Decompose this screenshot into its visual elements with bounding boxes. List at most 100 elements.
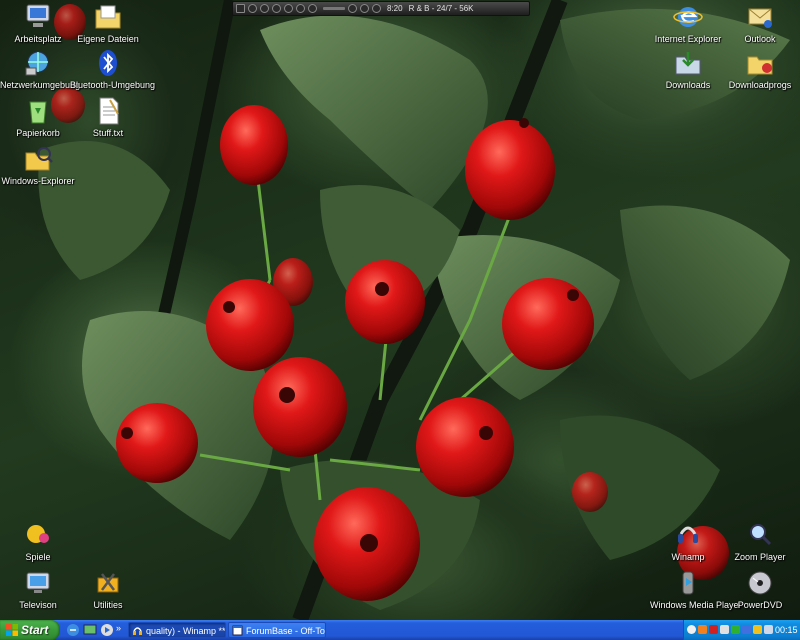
desktop-icon-powerdvd[interactable]: PowerDVD <box>722 568 798 611</box>
desktop-icon-label: Netzwerkumgebung <box>0 80 81 90</box>
desktop-icon-outlook[interactable]: Outlook <box>722 2 798 45</box>
holly-berry <box>345 260 425 344</box>
desktop-icon-stuff-txt[interactable]: Stuff.txt <box>70 96 146 139</box>
desktop-icon-label: Downloadprogs <box>728 80 792 90</box>
recycle-bin-icon <box>29 101 47 124</box>
desktop-icon-arbeitsplatz[interactable]: Arbeitsplatz <box>0 2 76 45</box>
pause-icon[interactable] <box>272 4 281 13</box>
tray-app-icon-blue[interactable] <box>742 625 751 634</box>
desktop-icon-label: Zoom Player <box>734 552 786 562</box>
stop-icon[interactable] <box>284 4 293 13</box>
next-icon[interactable] <box>296 4 305 13</box>
games-icon <box>27 525 49 543</box>
holly-leaf <box>620 205 790 380</box>
holly-berry <box>116 403 198 483</box>
taskbar-task-forumbase[interactable]: ForumBase - Off-Topi... <box>228 622 326 638</box>
desktop-icon-winamp[interactable]: Winamp <box>650 520 726 563</box>
desktop-icon-label: Arbeitsplatz <box>14 34 62 44</box>
tray-app-icon-red[interactable] <box>709 625 718 634</box>
desktop-icon-windows-media-player[interactable]: Windows Media Player <box>650 568 742 611</box>
my-documents-icon <box>95 5 121 29</box>
desktop-icon-label: Papierkorb <box>16 128 60 138</box>
desktop-icon-eigene-dateien[interactable]: Eigene Dateien <box>70 2 146 45</box>
desktop-icon-label: PowerDVD <box>737 600 783 610</box>
tray-app-icon-orange[interactable] <box>698 625 707 634</box>
television-icon <box>26 572 50 593</box>
bluetooth-icon <box>99 50 117 76</box>
powerdvd-icon <box>748 571 772 595</box>
desktop-icon-bluetooth[interactable]: Bluetooth-Umgebung <box>70 48 156 91</box>
taskbar-clock[interactable]: 00:15 <box>775 620 798 640</box>
eject-icon[interactable] <box>308 4 317 13</box>
desktop-icon-spiele[interactable]: Spiele <box>0 520 76 563</box>
desktop-icon-label: Outlook <box>744 34 776 44</box>
holly-berry <box>253 357 347 457</box>
outlook-icon <box>748 8 772 28</box>
winamp-task-icon <box>133 627 142 635</box>
task-label: quality) - Winamp **... <box>146 626 226 636</box>
winamp-menu-icon[interactable] <box>236 4 245 13</box>
volume-slider[interactable] <box>323 7 345 10</box>
windows-flag-icon <box>6 624 18 636</box>
desktop-icon-television[interactable]: Televison <box>0 568 76 611</box>
desktop-icon-label: Utilities <box>93 600 123 610</box>
start-button[interactable]: Start <box>0 620 60 640</box>
desktop-icon-zoom-player[interactable]: Zoom Player <box>722 520 798 563</box>
desktop-icon-label: Windows-Explorer <box>1 176 75 186</box>
holly-leaf <box>260 15 488 211</box>
desktop-icon-label: Eigene Dateien <box>77 34 139 44</box>
text-file-icon <box>99 97 119 125</box>
tray-app-icon-network[interactable] <box>720 625 729 634</box>
downloadprogs-folder-icon <box>747 56 773 75</box>
desktop-icon-label: Stuff.txt <box>92 128 124 138</box>
previous-icon[interactable] <box>248 4 257 13</box>
holly-berry <box>465 120 555 220</box>
task-label: ForumBase - Off-Topi... <box>246 626 325 636</box>
tray-shield-icon[interactable] <box>753 625 762 634</box>
desktop-icon-label: Downloads <box>665 80 711 90</box>
start-label: Start <box>21 623 49 637</box>
desktop-icon-label: Winamp <box>671 552 705 562</box>
holly-berry <box>416 397 514 497</box>
desktop-icon-netzwerkumgebung[interactable]: Netzwerkumgebung <box>0 48 81 91</box>
desktop-icon-label: Spiele <box>25 552 51 562</box>
holly-berry <box>502 278 594 370</box>
desktop-icon-windows-explorer[interactable]: Windows-Explorer <box>0 144 76 187</box>
play-icon[interactable] <box>260 4 269 13</box>
quicklaunch-desktop-icon[interactable] <box>83 623 97 637</box>
downloads-folder-icon <box>675 52 701 75</box>
desktop-icon-internet-explorer[interactable]: Internet Explorer <box>650 2 726 45</box>
winamp-station-title: R & B - 24/7 - 56K <box>408 4 474 13</box>
holly-berry <box>206 279 294 371</box>
desktop-icon-label: Internet Explorer <box>654 34 722 44</box>
tray-volume-icon[interactable] <box>764 625 773 634</box>
desktop-icon-downloadprogs[interactable]: Downloadprogs <box>722 48 798 91</box>
repeat-icon[interactable] <box>360 4 369 13</box>
taskbar-task-winamp[interactable]: quality) - Winamp **... <box>128 622 226 638</box>
playlist-icon[interactable] <box>372 4 381 13</box>
holly-berry <box>572 472 608 512</box>
explorer-icon <box>25 147 53 171</box>
winamp-time: 8:20 <box>387 4 403 13</box>
quicklaunch-ie-icon[interactable] <box>66 623 80 637</box>
shuffle-icon[interactable] <box>348 4 357 13</box>
holly-berry <box>220 105 288 185</box>
utilities-icon <box>97 573 119 593</box>
desktop-icon-downloads[interactable]: Downloads <box>650 48 726 91</box>
desktop: Arbeitsplatz Eigene Dateien Netzwerkumge… <box>0 0 800 620</box>
zoom-player-icon <box>750 524 772 546</box>
desktop-icon-label: Windows Media Player <box>650 600 742 610</box>
desktop-icon-utilities[interactable]: Utilities <box>70 568 146 611</box>
taskbar-overflow-chevron-icon[interactable]: » <box>116 623 121 633</box>
desktop-icon-label: Bluetooth-Umgebung <box>70 80 156 90</box>
desktop-icon-papierkorb[interactable]: Papierkorb <box>0 96 76 139</box>
quicklaunch-media-icon[interactable] <box>100 623 114 637</box>
media-player-icon <box>682 571 694 595</box>
taskbar: Start » quality) - Winamp **... ForumBas… <box>0 620 800 640</box>
network-icon <box>25 51 49 76</box>
tray-app-icon-green[interactable] <box>731 625 740 634</box>
my-computer-icon <box>26 4 50 27</box>
winamp-icon <box>678 526 698 543</box>
winamp-mini-bar[interactable]: 8:20 R & B - 24/7 - 56K <box>232 1 530 16</box>
tray-back-arrow-icon[interactable] <box>687 625 696 634</box>
